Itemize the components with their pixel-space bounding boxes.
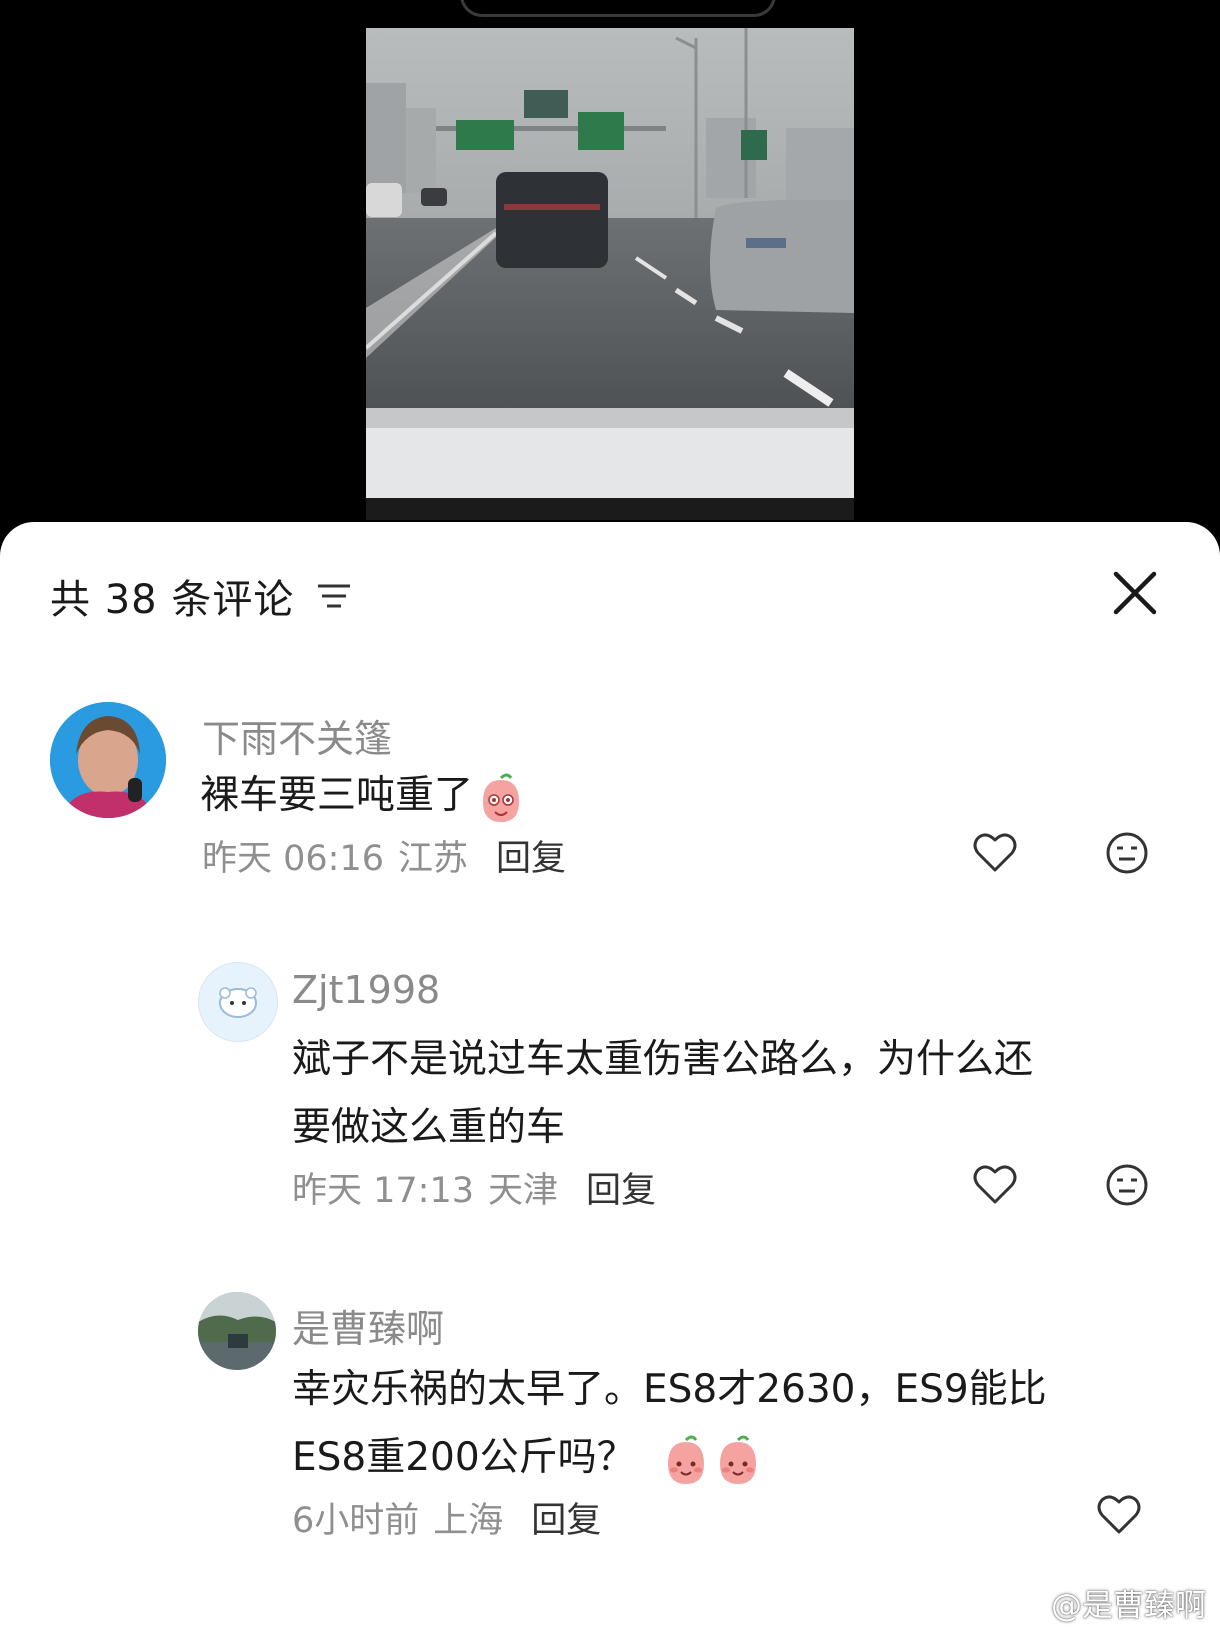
- comment-location: 江苏: [398, 839, 469, 879]
- comment-text-row: 裸车要三吨重了: [200, 762, 525, 830]
- reply-button[interactable]: 回复: [496, 830, 566, 881]
- neutral-face-icon[interactable]: [1104, 1162, 1150, 1208]
- comment-meta: 昨天 17:13 天津 回复: [292, 1162, 656, 1213]
- avatar[interactable]: [198, 962, 278, 1042]
- neutral-face-icon[interactable]: [1104, 830, 1150, 876]
- watermark-text: @是曹臻啊: [1051, 1588, 1206, 1624]
- comment-username[interactable]: Zjt1998: [292, 968, 440, 1012]
- comment-text-line: ES8重200公斤吗？: [292, 1435, 636, 1480]
- weibo-logo-icon: [1006, 1591, 1043, 1618]
- weibo-watermark: @是曹臻啊: [1005, 1580, 1206, 1625]
- reply-button[interactable]: 回复: [531, 1492, 601, 1543]
- comment-text-line: 斌子不是说过车太重伤害公路么，为什么还: [292, 1037, 1034, 1082]
- heart-icon[interactable]: [1096, 1492, 1142, 1538]
- comment-username[interactable]: 下雨不关篷: [202, 708, 392, 763]
- video-preview[interactable]: [366, 28, 854, 520]
- avatar[interactable]: [198, 1292, 276, 1370]
- comment-username[interactable]: 是曹臻啊: [292, 1298, 444, 1353]
- heart-icon[interactable]: [972, 830, 1018, 876]
- comment-text-line: 要做这么重的车: [292, 1105, 566, 1150]
- peach-face-emoji-icon: [668, 1435, 705, 1484]
- comment-location: 天津: [488, 1171, 559, 1211]
- comment-meta: 昨天 06:16 江苏 回复: [202, 830, 566, 881]
- comment-text-block: 幸灾乐祸的太早了。ES8才2630，ES9能比 ES8重200公斤吗？: [292, 1356, 1172, 1492]
- comment-time: 昨天 06:16: [202, 839, 384, 879]
- comment-text-row: ES8重200公斤吗？: [292, 1424, 1172, 1492]
- phone-notch: [460, 0, 776, 17]
- reply-button[interactable]: 回复: [586, 1162, 656, 1213]
- avatar[interactable]: [50, 702, 166, 818]
- comment-text-block: 斌子不是说过车太重伤害公路么，为什么还 要做这么重的车: [292, 1026, 1172, 1162]
- peach-face-emoji-icon: [720, 1435, 757, 1484]
- filter-lines-icon[interactable]: [316, 581, 352, 611]
- comments-sheet: 共 38 条评论 下雨不关篷 裸车要三吨重了 昨天 06:16 江苏 回复 Zj…: [0, 522, 1220, 1633]
- comment-time: 昨天 17:13: [292, 1171, 474, 1211]
- peach-face-emoji-icon: [483, 773, 520, 822]
- comment-meta: 6小时前 上海 回复: [292, 1492, 601, 1543]
- comment-time: 6小时前: [292, 1501, 420, 1541]
- heart-icon[interactable]: [972, 1162, 1018, 1208]
- comment-location: 上海: [433, 1501, 504, 1541]
- comment-count-title: 共 38 条评论: [50, 577, 295, 623]
- comment-text-line: 幸灾乐祸的太早了。ES8才2630，ES9能比: [292, 1367, 1047, 1412]
- close-icon[interactable]: [1110, 568, 1160, 618]
- comment-text: 裸车要三吨重了: [200, 773, 474, 818]
- comments-header: 共 38 条评论: [50, 566, 352, 626]
- dashcam-video-frame: [366, 28, 854, 520]
